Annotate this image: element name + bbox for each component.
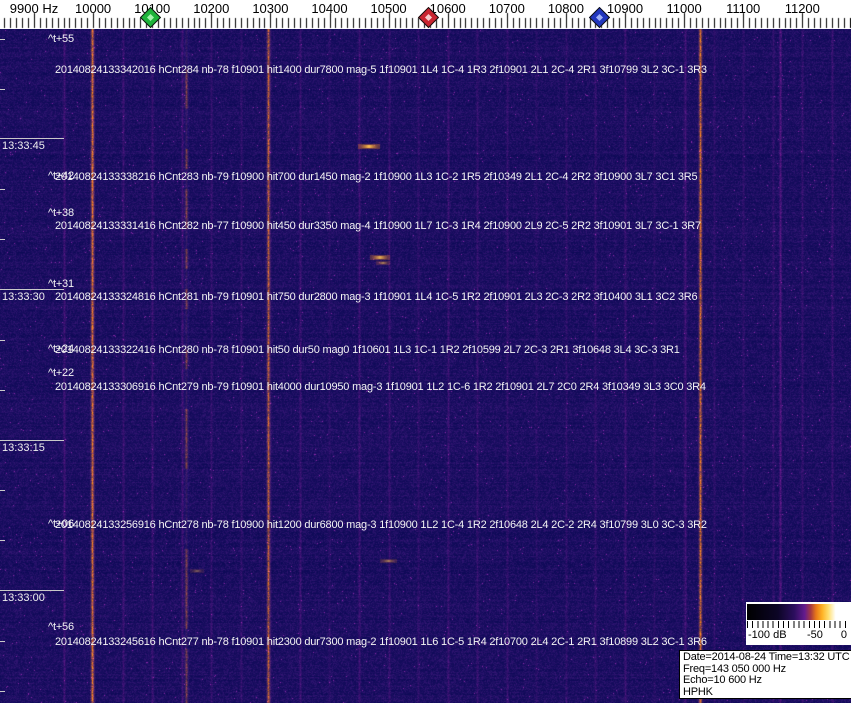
freq-axis-label: 10800 (547, 1, 584, 16)
freq-axis-label: 11000 (666, 1, 702, 16)
freq-axis-label: 11100 (726, 1, 761, 16)
frequency-ruler: 9900 Hz100001010010200103001040010500106… (0, 0, 851, 29)
scale-max-label: 0 (840, 629, 847, 641)
freq-axis-label: 10200 (193, 1, 230, 16)
freq-axis-label: 11200 (784, 1, 820, 16)
freq-axis-label: 10500 (370, 1, 407, 16)
echo-frequency-line: Echo=10 600 Hz (683, 674, 762, 686)
freq-axis-label: 9900 Hz (9, 1, 59, 16)
freq-axis-label: 10900 (606, 1, 644, 16)
scale-min-label: -100 dB (748, 629, 787, 641)
station-code-line: HPHK (683, 685, 713, 698)
date-time-line: Date=2014-08-24 Time=13:32 UTC (683, 651, 850, 663)
meteor-echo-monitor-window: 9900 Hz100001010010200103001040010500106… (0, 0, 851, 703)
freq-axis-label: 10000 (75, 1, 112, 16)
spectrogram-waterfall-canvas (0, 29, 851, 703)
freq-axis-label: 10400 (311, 1, 348, 16)
color-scale-ticks (747, 621, 850, 628)
freq-axis-label: 10300 (252, 1, 289, 16)
scale-mid-label: -50 (807, 629, 823, 641)
db-color-scale: -100 dB -50 0 (746, 602, 851, 645)
color-gradient-bar (747, 604, 850, 620)
freq-axis-label: 10700 (488, 1, 525, 16)
status-info-box: Date=2014-08-24 Time=13:32 UTC Freq=143 … (679, 650, 851, 699)
